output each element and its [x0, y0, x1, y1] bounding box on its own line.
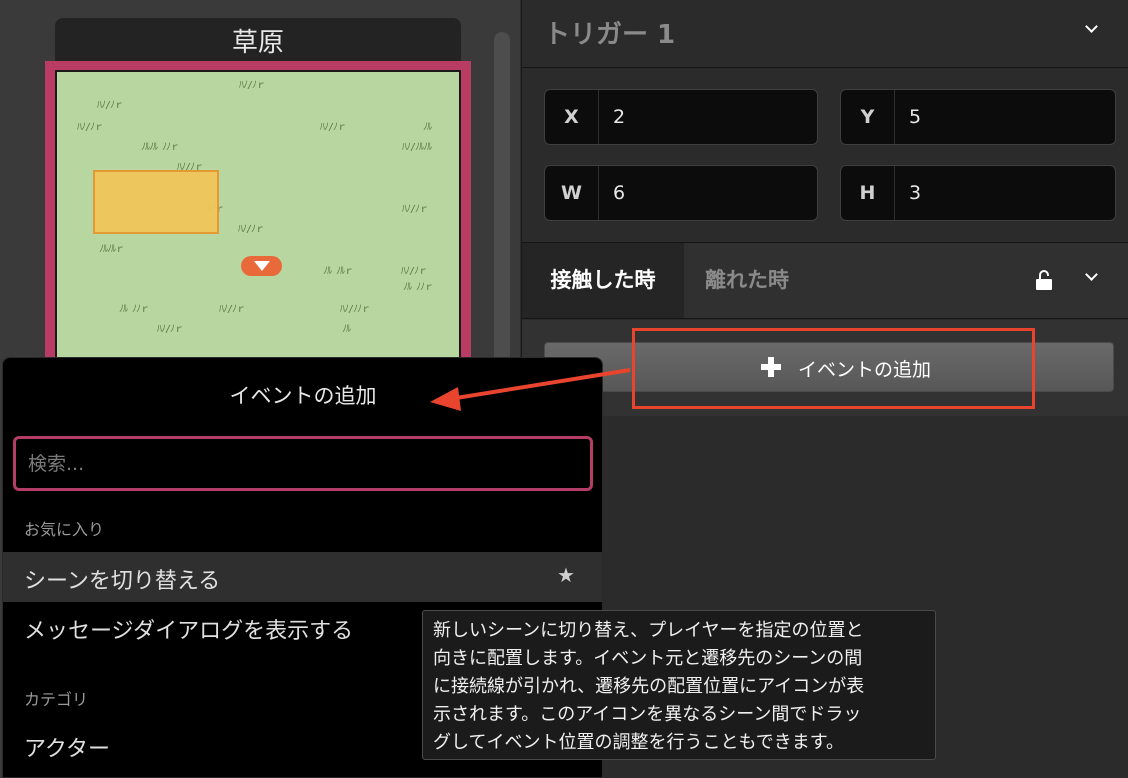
tab-on-leave[interactable]: 離れた時 — [705, 243, 789, 318]
grass-tile: ﾊﾉ/ﾉｒ — [239, 80, 266, 91]
trigger-name[interactable]: トリガー 1 — [544, 14, 675, 51]
grass-tile: ﾊﾉ/ﾉｒ — [402, 204, 429, 215]
grass-tile: ﾊﾉ/ﾉｒ — [77, 122, 104, 133]
menu-item-label: シーンを切り替える — [24, 569, 221, 594]
annotation-highlight — [632, 328, 1035, 409]
y-label: Y — [841, 90, 895, 144]
tab-on-enter[interactable]: 接触した時 — [522, 243, 684, 318]
chevron-down-icon[interactable] — [1086, 270, 1098, 282]
menu-item-label: メッセージダイアログを表示する — [24, 619, 354, 644]
x-value[interactable]: 2 — [613, 90, 625, 144]
search-input[interactable] — [16, 439, 590, 488]
h-field[interactable]: H 3 — [840, 165, 1116, 221]
app-window: 草原 ﾊﾉ/ﾉｒ ﾊﾉ/ﾉｒ ﾊﾉ/ﾉｒ ﾊﾉ/ﾉｒ ﾉﾙ ﾉﾙﾉﾙ ﾉﾉｒ ﾊ… — [0, 0, 1128, 778]
grass-tile: ﾉﾙ ﾉﾙｒ — [323, 266, 354, 277]
grass-tile: ﾉﾙ — [423, 122, 432, 133]
chevron-down-icon[interactable] — [1086, 22, 1098, 34]
scene-title[interactable]: 草原 — [55, 18, 461, 64]
grass-tile: ﾊﾉ/ﾉｒ — [401, 266, 428, 277]
grass-tile: ﾊﾉ/ﾉｒ — [219, 304, 246, 315]
grass-tile: ﾊﾉ/ﾉﾉｒ — [340, 304, 371, 315]
grass-tile: ﾉﾙ ﾉﾉｒ — [403, 282, 434, 293]
popup-title: イベントの追加 — [229, 384, 377, 408]
w-field[interactable]: W 6 — [544, 165, 818, 221]
w-label: W — [545, 166, 599, 220]
grass-tile: ﾉﾙ ﾉﾉｒ — [119, 304, 150, 315]
grass-tile: ﾉﾙﾉﾙｒ — [99, 244, 125, 255]
grass-tile: ﾊﾉ/ﾉｒ — [320, 122, 347, 133]
sidebar-header: トリガー 1 — [522, 0, 1128, 68]
event-tooltip: 新しいシーンに切り替え、プレイヤーを指定の位置と 向きに配置します。イベント元と… — [422, 610, 936, 760]
grass-tile: ﾊﾉ/ﾉﾙﾉﾙ — [402, 142, 432, 153]
menu-item-switch-scene[interactable]: シーンを切り替える ★ — [3, 552, 602, 602]
h-value[interactable]: 3 — [909, 166, 921, 220]
y-value[interactable]: 5 — [909, 90, 921, 144]
grass-tile: ﾊﾉ/ﾉｒ — [238, 224, 265, 235]
favorites-heading: お気に入り — [24, 520, 105, 539]
lock-icon[interactable] — [1036, 270, 1052, 290]
w-value[interactable]: 6 — [613, 166, 625, 220]
search-field[interactable] — [13, 436, 593, 491]
x-field[interactable]: X 2 — [544, 89, 818, 145]
h-label: H — [841, 166, 895, 220]
grass-tile: ﾉﾙﾉﾙ ﾉﾉｒ — [141, 142, 180, 153]
player-start-marker[interactable] — [241, 256, 282, 276]
grass-tile: ﾊﾉ/ﾉｒ — [97, 100, 124, 111]
menu-item-label: アクター — [24, 737, 111, 762]
grass-tile: ﾊﾉ/ﾉｒ — [157, 324, 184, 335]
trigger-area[interactable] — [93, 170, 219, 234]
x-label: X — [545, 90, 599, 144]
y-field[interactable]: Y 5 — [840, 89, 1116, 145]
grass-tile: ﾉﾙ — [342, 324, 351, 335]
star-icon[interactable]: ★ — [557, 563, 575, 587]
category-heading: カテゴリ — [24, 690, 89, 709]
